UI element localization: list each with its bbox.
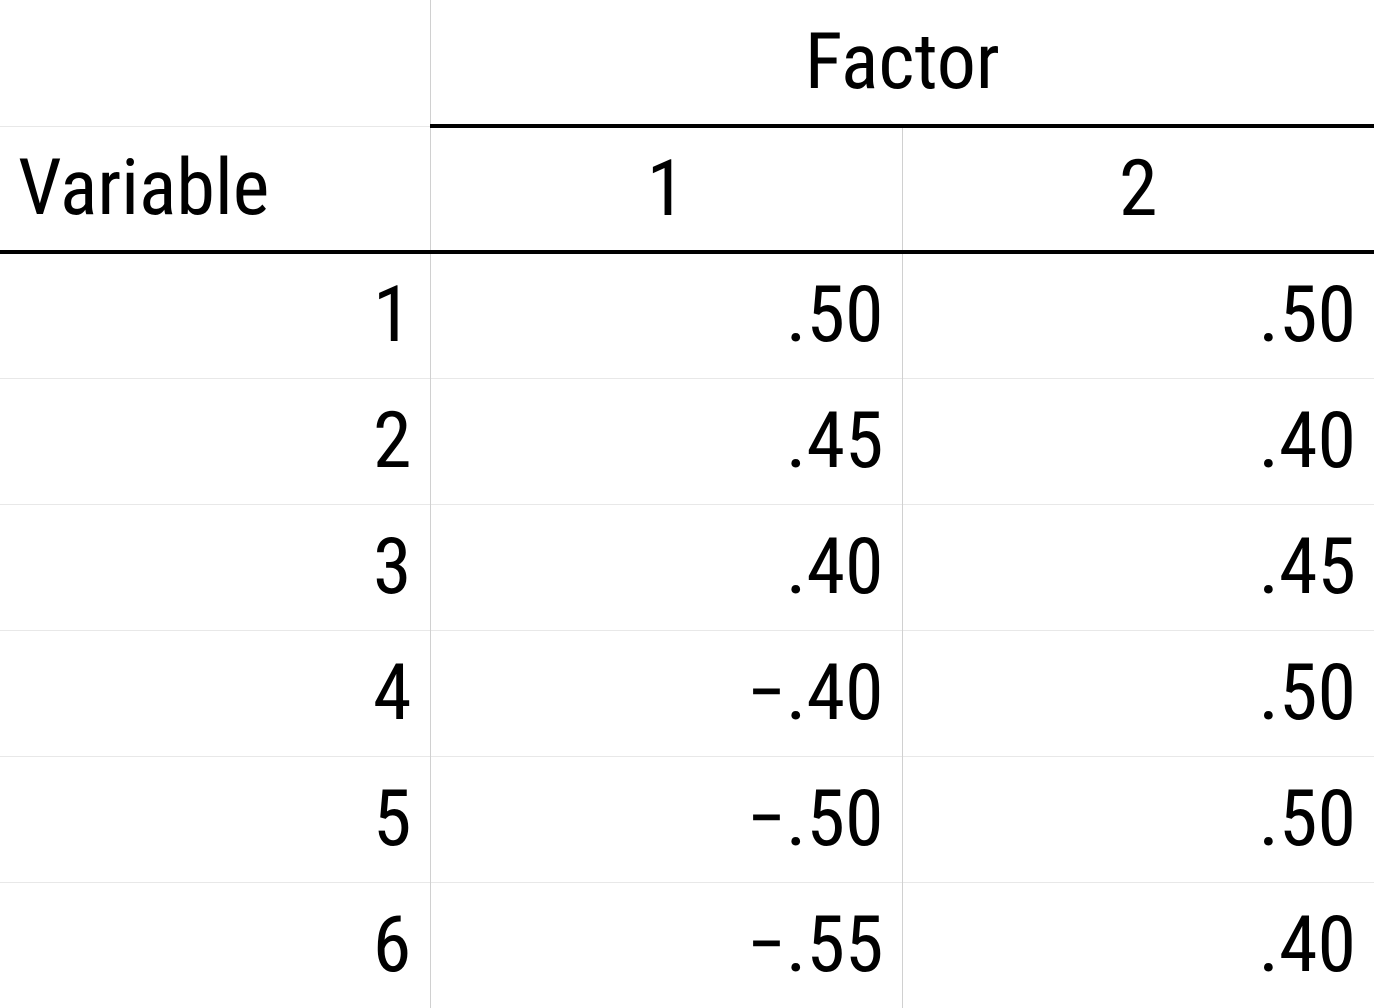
cell-variable: 4	[0, 630, 430, 756]
cell-factor2: .50	[902, 756, 1374, 882]
table-row: 1 .50 .50	[0, 252, 1374, 378]
header-factor-2: 2	[902, 126, 1374, 252]
header-factor-1: 1	[430, 126, 902, 252]
cell-variable: 5	[0, 756, 430, 882]
cell-factor1: .50	[430, 252, 902, 378]
cell-variable: 1	[0, 252, 430, 378]
table-header-row-columns: Variable 1 2	[0, 126, 1374, 252]
cell-factor1: .45	[430, 378, 902, 504]
cell-variable: 2	[0, 378, 430, 504]
cell-factor2: .40	[902, 882, 1374, 1008]
factor-loadings-table: Factor Variable 1 2 1 .50 .50 2 .45 .40 …	[0, 0, 1374, 1008]
table-row: 4 −.40 .50	[0, 630, 1374, 756]
table-row: 2 .45 .40	[0, 378, 1374, 504]
factor-loadings-table-container: Factor Variable 1 2 1 .50 .50 2 .45 .40 …	[0, 0, 1374, 1008]
cell-factor1: −.55	[430, 882, 902, 1008]
cell-factor2: .45	[902, 504, 1374, 630]
cell-factor2: .50	[902, 630, 1374, 756]
cell-variable: 3	[0, 504, 430, 630]
table-row: 6 −.55 .40	[0, 882, 1374, 1008]
table-row: 3 .40 .45	[0, 504, 1374, 630]
cell-variable: 6	[0, 882, 430, 1008]
cell-factor1: .40	[430, 504, 902, 630]
cell-factor2: .50	[902, 252, 1374, 378]
cell-factor1: −.50	[430, 756, 902, 882]
header-spanner-factor: Factor	[430, 0, 1374, 126]
table-header-row-spanner: Factor	[0, 0, 1374, 126]
cell-factor2: .40	[902, 378, 1374, 504]
table-row: 5 −.50 .50	[0, 756, 1374, 882]
header-variable-label: Variable	[0, 126, 430, 252]
header-blank-cell	[0, 0, 430, 126]
cell-factor1: −.40	[430, 630, 902, 756]
